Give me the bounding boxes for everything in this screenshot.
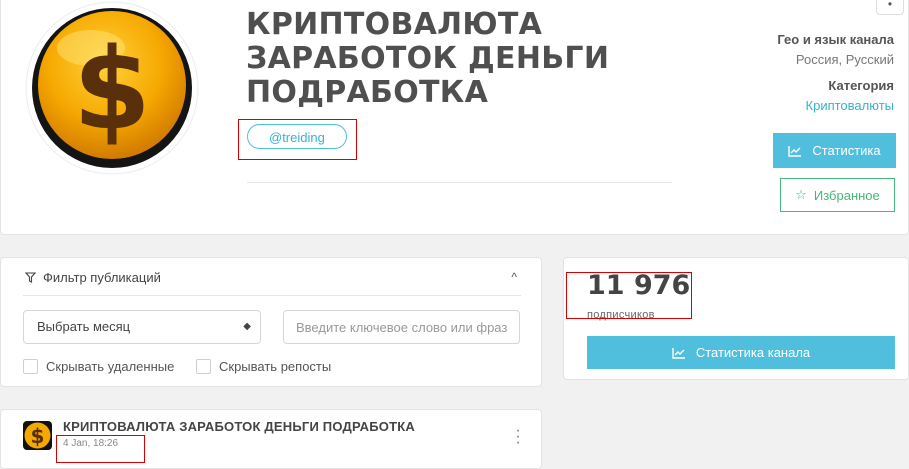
keyword-input[interactable] [283, 310, 520, 344]
publication-filter: Фильтр публикаций ^ Выбрать месяц ◆ Скры… [0, 257, 542, 387]
channel-statistics-button[interactable]: Статистика канала [587, 336, 895, 369]
divider [247, 182, 672, 183]
hide-reposts-checkbox[interactable]: Скрывать репосты [196, 359, 331, 374]
geo-value: Россия, Русский [795, 52, 894, 67]
favorite-label: Избранное [813, 187, 880, 203]
more-menu-button[interactable]: • [876, 0, 904, 15]
line-chart-icon [672, 347, 685, 359]
highlight-box [56, 435, 145, 463]
kebab-menu-icon[interactable]: · · · [514, 423, 522, 451]
gold-dollar-coin-icon: $ [25, 1, 199, 175]
checkbox[interactable] [23, 359, 38, 374]
channel-header: $ • КРИПТОВАЛЮТА ЗАРАБОТОК ДЕНЬГИ ПОДРАБ… [0, 0, 909, 235]
favorite-button[interactable]: ☆ Избранное [780, 178, 895, 212]
star-icon: ☆ [795, 187, 807, 202]
hide-reposts-label: Скрывать репосты [219, 359, 332, 374]
svg-text:$: $ [73, 25, 151, 155]
channel-statistics-label: Статистика канала [695, 345, 811, 360]
gold-dollar-coin-icon: $ [23, 421, 52, 450]
hide-deleted-checkbox[interactable]: Скрывать удаленные [23, 359, 174, 374]
month-select-value: Выбрать месяц [37, 319, 131, 334]
chevron-up-icon[interactable]: ^ [511, 270, 517, 284]
hide-deleted-label: Скрывать удаленные [46, 359, 175, 374]
geo-label: Гео и язык канала [777, 32, 894, 47]
category-label: Категория [828, 78, 894, 93]
filter-header[interactable]: Фильтр публикаций [25, 270, 161, 285]
category-link[interactable]: Криптовалюты [806, 98, 894, 113]
channel-avatar: $ [21, 0, 204, 178]
highlight-box [566, 272, 692, 319]
post-avatar: $ [23, 421, 52, 450]
filter-title: Фильтр публикаций [43, 270, 161, 285]
post-title[interactable]: КРИПТОВАЛЮТА ЗАРАБОТОК ДЕНЬГИ ПОДРАБОТКА [63, 419, 415, 434]
svg-text:$: $ [31, 424, 45, 448]
statistics-button[interactable]: Статистика [773, 133, 896, 168]
month-select[interactable]: Выбрать месяц ◆ [23, 310, 261, 344]
highlight-box [238, 119, 357, 160]
category-block: Категория Криптовалюты [806, 78, 894, 113]
funnel-icon [25, 272, 36, 283]
sort-arrows-icon: ◆ [243, 321, 251, 332]
divider [23, 295, 521, 296]
channel-title: КРИПТОВАЛЮТА ЗАРАБОТОК ДЕНЬГИ ПОДРАБОТКА [246, 7, 610, 110]
subscribers-card: 11 976 подписчиков Статистика канала [563, 257, 909, 380]
line-chart-icon [788, 145, 802, 157]
checkbox[interactable] [196, 359, 211, 374]
statistics-label: Статистика [812, 143, 881, 158]
post-item: $ КРИПТОВАЛЮТА ЗАРАБОТОК ДЕНЬГИ ПОДРАБОТ… [0, 409, 542, 469]
geo-block: Гео и язык канала Россия, Русский [777, 32, 894, 67]
